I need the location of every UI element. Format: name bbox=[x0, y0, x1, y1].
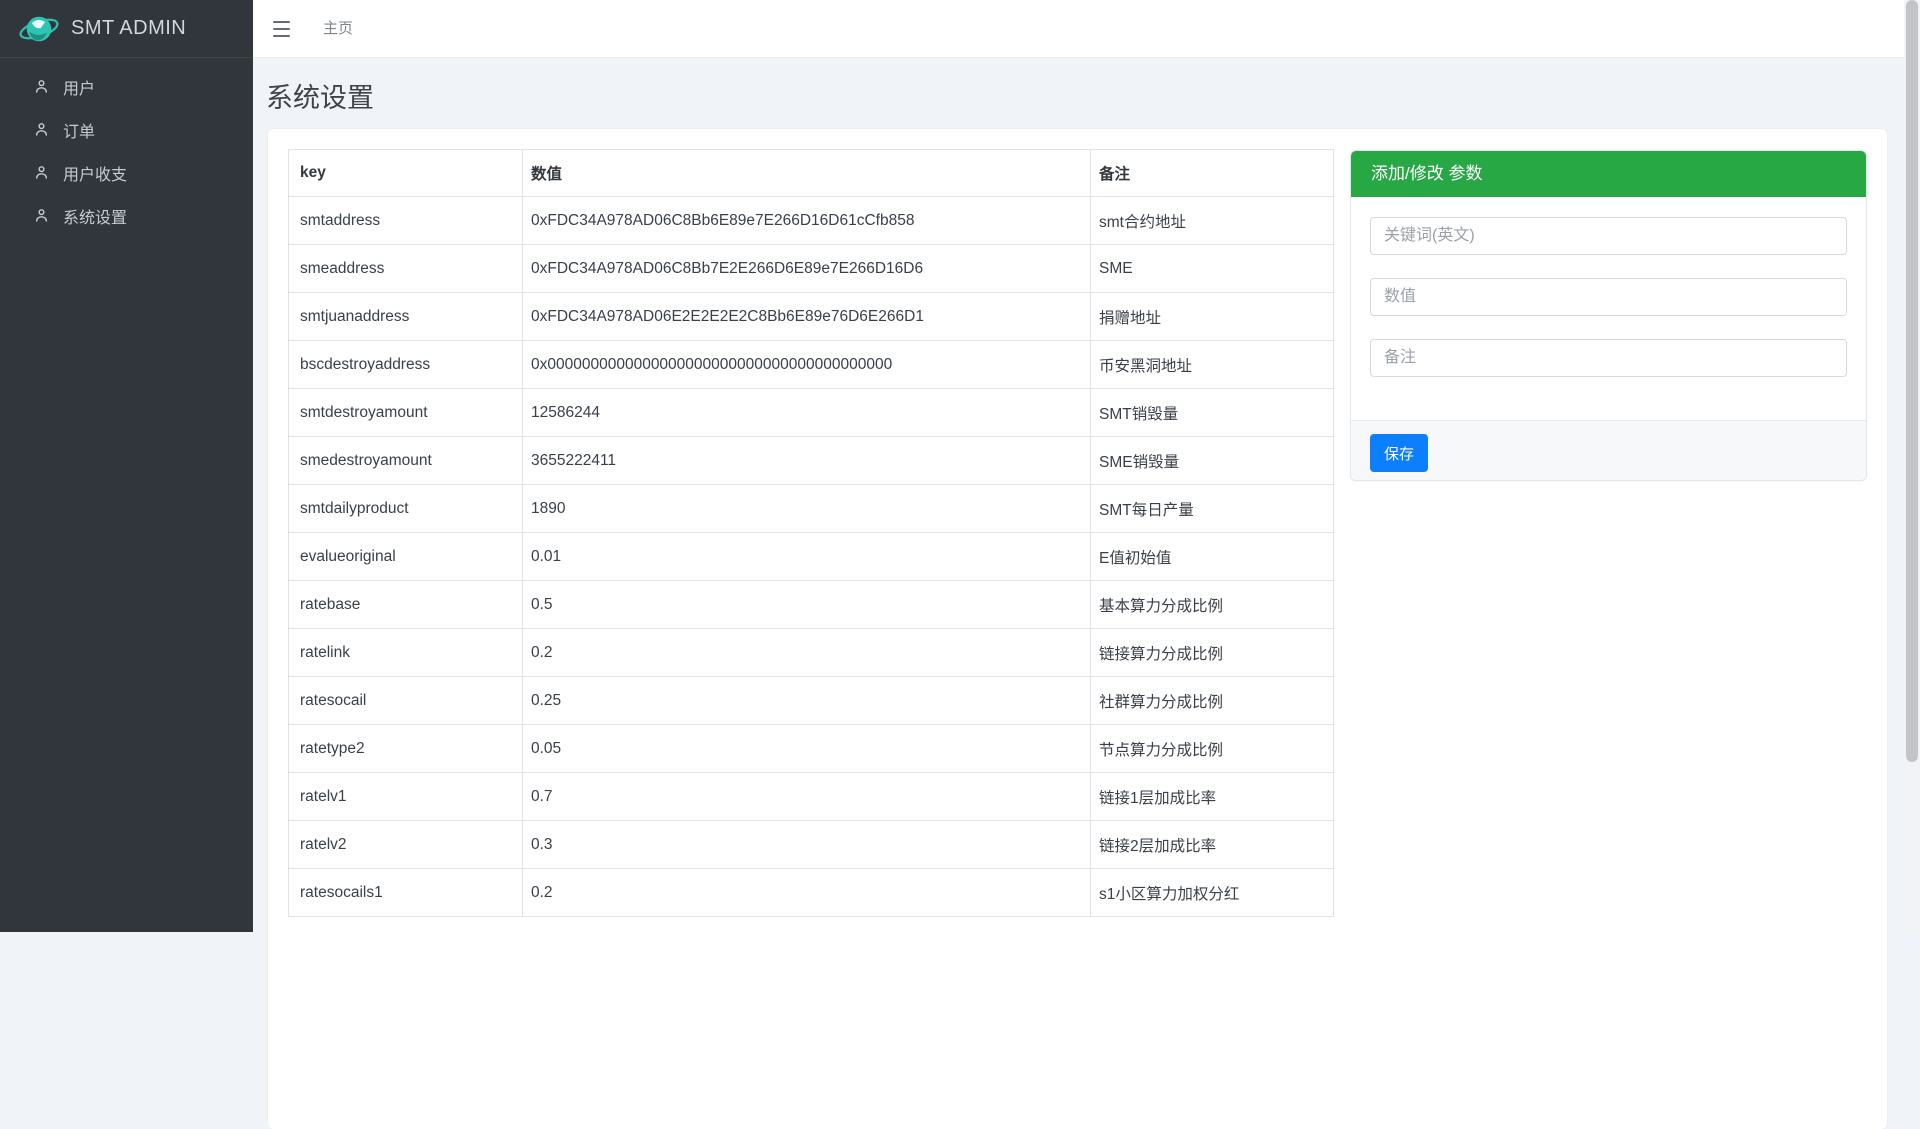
column-header-remark: 备注 bbox=[1091, 150, 1334, 197]
param-value: 0x00000000000000000000000000000000000000… bbox=[523, 341, 1091, 389]
sidebar-item[interactable]: 用户 bbox=[0, 65, 253, 108]
table-row: smtjuanaddress 0xFDC34A978AD06E2E2E2E2C8… bbox=[289, 293, 1334, 341]
table-row: ratelv1 0.7 链接1层加成比率 bbox=[289, 773, 1334, 821]
param-value: 3655222411 bbox=[523, 437, 1091, 485]
param-value: 0.05 bbox=[523, 725, 1091, 773]
save-button[interactable]: 保存 bbox=[1370, 434, 1428, 472]
param-remark: SME bbox=[1091, 245, 1334, 293]
table-row: ratesocail 0.25 社群算力分成比例 bbox=[289, 677, 1334, 725]
param-key: smedestroyamount bbox=[289, 437, 523, 485]
param-key: ratebase bbox=[289, 581, 523, 629]
sidebar-item[interactable]: 用户收支 bbox=[0, 151, 253, 194]
param-remark: 节点算力分成比例 bbox=[1091, 725, 1334, 773]
params-table: key 数值 备注 smtaddress 0xFDC34A978AD06C8Bb… bbox=[288, 149, 1334, 917]
param-key: smtaddress bbox=[289, 197, 523, 245]
vertical-scrollbar-thumb[interactable] bbox=[1906, 0, 1918, 762]
param-value: 0.01 bbox=[523, 533, 1091, 581]
param-remark: SMT每日产量 bbox=[1091, 485, 1334, 533]
user-icon bbox=[33, 164, 50, 181]
content-card: key 数值 备注 smtaddress 0xFDC34A978AD06C8Bb… bbox=[268, 129, 1887, 1129]
param-remark: SMT销毁量 bbox=[1091, 389, 1334, 437]
param-key: ratelv2 bbox=[289, 821, 523, 869]
param-key: ratelink bbox=[289, 629, 523, 677]
sidebar: SMT ADMIN 用户 订单 bbox=[0, 0, 253, 932]
param-value: 12586244 bbox=[523, 389, 1091, 437]
param-remark: 币安黑洞地址 bbox=[1091, 341, 1334, 389]
param-value: 0.2 bbox=[523, 629, 1091, 677]
table-row: ratetype2 0.05 节点算力分成比例 bbox=[289, 725, 1334, 773]
table-row: ratebase 0.5 基本算力分成比例 bbox=[289, 581, 1334, 629]
param-remark: SME销毁量 bbox=[1091, 437, 1334, 485]
page: 系统设置 key 数值 备注 smtaddress 0xFDC34 bbox=[253, 58, 1904, 932]
sidebar-item[interactable]: 订单 bbox=[0, 108, 253, 151]
param-key: ratesocail bbox=[289, 677, 523, 725]
sidebar-nav: 用户 订单 用户收支 bbox=[0, 58, 253, 237]
param-input[interactable] bbox=[1370, 339, 1847, 377]
param-key: ratesocails1 bbox=[289, 869, 523, 917]
param-key: smtjuanaddress bbox=[289, 293, 523, 341]
param-remark: smt合约地址 bbox=[1091, 197, 1334, 245]
table-row: ratelv2 0.3 链接2层加成比率 bbox=[289, 821, 1334, 869]
table-row: smeaddress 0xFDC34A978AD06C8Bb7E2E266D6E… bbox=[289, 245, 1334, 293]
user-icon bbox=[33, 78, 50, 95]
param-remark: 社群算力分成比例 bbox=[1091, 677, 1334, 725]
table-row: smtdailyproduct 1890 SMT每日产量 bbox=[289, 485, 1334, 533]
table-row: ratesocails1 0.2 s1小区算力加权分红 bbox=[289, 869, 1334, 917]
param-value: 0.25 bbox=[523, 677, 1091, 725]
param-remark: 链接2层加成比率 bbox=[1091, 821, 1334, 869]
param-remark: 捐赠地址 bbox=[1091, 293, 1334, 341]
topbar: 主页 bbox=[253, 0, 1904, 58]
param-input[interactable] bbox=[1370, 217, 1847, 255]
breadcrumb[interactable]: 主页 bbox=[323, 0, 353, 57]
menu-toggle-icon[interactable] bbox=[273, 21, 290, 37]
param-key: smeaddress bbox=[289, 245, 523, 293]
brand-title: SMT ADMIN bbox=[71, 17, 186, 40]
table-header-row: key 数值 备注 bbox=[289, 150, 1334, 197]
brand[interactable]: SMT ADMIN bbox=[0, 0, 253, 58]
param-remark: E值初始值 bbox=[1091, 533, 1334, 581]
param-value: 0.3 bbox=[523, 821, 1091, 869]
add-edit-param-card: 添加/修改 参数 保存 bbox=[1350, 150, 1867, 481]
form-card-title: 添加/修改 参数 bbox=[1351, 151, 1866, 197]
param-value: 0xFDC34A978AD06C8Bb7E2E266D6E89e7E266D16… bbox=[523, 245, 1091, 293]
param-value: 0.2 bbox=[523, 869, 1091, 917]
sidebar-item-label: 用户收支 bbox=[63, 161, 127, 185]
param-input[interactable] bbox=[1370, 278, 1847, 316]
table-row: smtaddress 0xFDC34A978AD06C8Bb6E89e7E266… bbox=[289, 197, 1334, 245]
param-key: smtdailyproduct bbox=[289, 485, 523, 533]
form-card-body bbox=[1351, 197, 1866, 420]
param-remark: 链接算力分成比例 bbox=[1091, 629, 1334, 677]
sidebar-item[interactable]: 系统设置 bbox=[0, 194, 253, 237]
param-remark: s1小区算力加权分红 bbox=[1091, 869, 1334, 917]
vertical-scrollbar-track[interactable] bbox=[1904, 0, 1920, 932]
user-icon bbox=[33, 121, 50, 138]
column-header-value: 数值 bbox=[523, 150, 1091, 197]
param-value: 0xFDC34A978AD06C8Bb6E89e7E266D16D61cCfb8… bbox=[523, 197, 1091, 245]
form-card-footer: 保存 bbox=[1351, 420, 1866, 480]
param-key: ratelv1 bbox=[289, 773, 523, 821]
param-value: 1890 bbox=[523, 485, 1091, 533]
table-row: smedestroyamount 3655222411 SME销毁量 bbox=[289, 437, 1334, 485]
main-area: 主页 系统设置 key 数值 备注 smtaddress bbox=[253, 0, 1904, 932]
param-remark: 基本算力分成比例 bbox=[1091, 581, 1334, 629]
param-value: 0.7 bbox=[523, 773, 1091, 821]
param-value: 0.5 bbox=[523, 581, 1091, 629]
param-remark: 链接1层加成比率 bbox=[1091, 773, 1334, 821]
param-key: ratetype2 bbox=[289, 725, 523, 773]
table-row: smtdestroyamount 12586244 SMT销毁量 bbox=[289, 389, 1334, 437]
page-title: 系统设置 bbox=[266, 76, 1904, 115]
column-header-key: key bbox=[289, 150, 523, 197]
user-icon bbox=[33, 207, 50, 224]
param-value: 0xFDC34A978AD06E2E2E2E2C8Bb6E89e76D6E266… bbox=[523, 293, 1091, 341]
sidebar-item-label: 订单 bbox=[63, 118, 95, 142]
table-row: ratelink 0.2 链接算力分成比例 bbox=[289, 629, 1334, 677]
sidebar-item-label: 系统设置 bbox=[63, 204, 127, 228]
param-key: smtdestroyamount bbox=[289, 389, 523, 437]
table-row: evalueoriginal 0.01 E值初始值 bbox=[289, 533, 1334, 581]
param-key: evalueoriginal bbox=[289, 533, 523, 581]
param-key: bscdestroyaddress bbox=[289, 341, 523, 389]
app-logo-icon bbox=[18, 8, 60, 50]
table-row: bscdestroyaddress 0x00000000000000000000… bbox=[289, 341, 1334, 389]
sidebar-item-label: 用户 bbox=[63, 75, 95, 99]
